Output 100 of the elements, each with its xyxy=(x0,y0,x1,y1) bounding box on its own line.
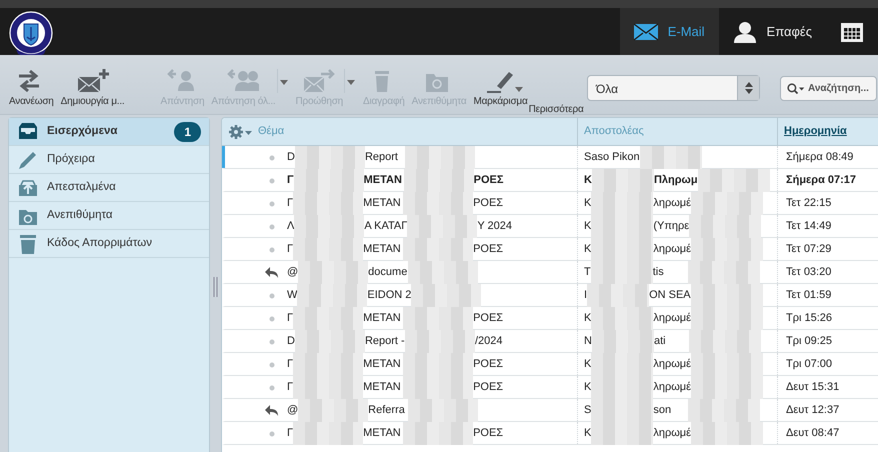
message-row[interactable]: W EIDON 2 I ON SEA Τετ 01:59 xyxy=(222,284,878,307)
sender-text: ati xyxy=(654,334,667,349)
sender-text: son xyxy=(653,402,672,418)
subject-text: Report xyxy=(364,150,399,165)
redaction-block xyxy=(294,146,365,168)
folder-item[interactable]: Απεσταλμένα xyxy=(9,174,209,202)
subject-text: Γ xyxy=(287,310,294,326)
message-row[interactable]: Γ ΜΕΤΑΝ ΡΟΕΣ Κ ληρωμέ Δευτ 15:31 xyxy=(222,376,878,399)
subject-text: ΡΟΕΣ xyxy=(473,356,504,372)
date-text: Τρι 15:26 xyxy=(786,310,832,326)
folder-item[interactable]: Εισερχόμενα 1 xyxy=(9,118,209,146)
nav-tab[interactable]: E-Mail xyxy=(620,8,719,55)
date-text: Τρι 07:00 xyxy=(786,356,832,372)
caret-icon[interactable] xyxy=(514,87,523,92)
sender-text: ληρωμέ xyxy=(653,380,692,395)
subject-text: EIDON 2 xyxy=(367,288,412,303)
message-row[interactable]: Γ ΜΕΤΑΝ ΡΟΕΣ Κ ληρωμέ Τετ 07:29 xyxy=(222,238,878,261)
message-row[interactable]: @ Referra S son Δευτ 12:37 xyxy=(222,399,878,422)
unread-count: 1 xyxy=(174,122,201,142)
sender-text: ληρωμέ xyxy=(653,356,692,372)
subject-text: ΜΕΤΑΝ xyxy=(363,356,402,372)
redaction-block xyxy=(404,146,475,168)
sender-text: Saso Pikon xyxy=(584,150,640,165)
sender-text: S xyxy=(584,402,592,418)
spinner-arrows-icon xyxy=(744,81,754,95)
subject-text: /2024 xyxy=(474,334,502,349)
sender-text: ληρωμέ xyxy=(653,426,692,441)
date-text: Τετ 14:49 xyxy=(786,218,832,234)
sender-text: Κ xyxy=(584,380,592,395)
message-row[interactable]: D Report - /2024 N ati Τρι 09:25 xyxy=(222,330,878,353)
gear-icon[interactable] xyxy=(228,124,252,140)
subject-text: D xyxy=(287,334,295,349)
sender-text: Κ xyxy=(584,426,592,441)
redaction-block xyxy=(293,422,364,444)
search-input[interactable]: Αναζήτηση... xyxy=(808,81,876,96)
message-row[interactable]: Γ ΜΕΤΑΝ ΡΟΕΣ Κ ληρωμέ Τετ 22:15 xyxy=(222,192,878,215)
subject-text: Γ xyxy=(287,380,294,395)
sender-text: Τ xyxy=(584,264,591,280)
subject-text: Α ΚΑΤΑΓ xyxy=(364,218,408,234)
envelope-arrow-icon xyxy=(303,68,336,94)
message-row[interactable]: Λ Α ΚΑΤΑΓ Υ 2024 Κ (Υπηρε Τετ 14:49 xyxy=(222,215,878,238)
sender-text: Κ xyxy=(584,172,592,188)
sender-text: (Υπηρε xyxy=(653,218,690,234)
message-row[interactable]: Γ ΜΕΤΑΝ ΡΟΕΣ Κ Πληρωμ Σήμερα 07:17 xyxy=(222,169,878,192)
redaction-block xyxy=(640,146,702,168)
refresh-button[interactable]: Ανανέωση xyxy=(8,55,55,117)
subject-text: Γ xyxy=(287,426,294,441)
date-text: Σήμερα 07:17 xyxy=(786,172,856,188)
subject-text: Γ xyxy=(287,242,294,257)
subject-text: ΡΟΕΣ xyxy=(473,242,504,257)
more-button[interactable]: Περισσότερα xyxy=(528,55,585,117)
sender-text: ληρωμέ xyxy=(653,242,692,257)
search-icon xyxy=(787,80,805,96)
nav-tab[interactable]: Επαφές xyxy=(718,8,826,55)
message-row[interactable]: Γ ΜΕΤΑΝ ΡΟΕΣ Κ ληρωμέ Τρι 07:00 xyxy=(222,353,878,376)
filter-select[interactable]: Όλα xyxy=(587,75,760,101)
subject-text: Λ xyxy=(287,218,294,234)
search-box[interactable]: Αναζήτηση... xyxy=(780,76,877,101)
mark-button[interactable]: Μαρκάρισμα xyxy=(472,55,529,117)
date-text: Τετ 07:29 xyxy=(786,242,832,257)
subject-text: ΡΟΕΣ xyxy=(473,196,504,211)
subject-text: @ xyxy=(287,402,298,418)
subject-text: Report - xyxy=(364,334,405,349)
date-text: Δευτ 12:37 xyxy=(786,402,840,418)
folder-item[interactable]: Κάδος Απορριμάτων xyxy=(9,230,209,258)
sender-text: ληρωμέ xyxy=(653,310,692,326)
subject-text: Γ xyxy=(287,172,294,188)
sender-text: N xyxy=(584,334,592,349)
sender-text: Κ xyxy=(584,196,592,211)
date-text: Σήμερα 08:49 xyxy=(786,150,854,165)
message-row[interactable]: Γ ΜΕΤΑΝ ΡΟΕΣ Κ ληρωμέ Δευτ 08:47 xyxy=(222,422,878,445)
subject-text: Υ 2024 xyxy=(477,218,512,234)
subject-text: D xyxy=(287,150,295,165)
subject-text: ΜΕΤΑΝ xyxy=(363,242,402,257)
folder-item[interactable]: Πρόχειρα xyxy=(9,146,209,174)
sender-text: Κ xyxy=(584,356,592,372)
subject-text: docume xyxy=(368,264,408,280)
column-header[interactable]: Ημερομηνία xyxy=(784,123,847,140)
subject-text: ΡΟΕΣ xyxy=(473,380,504,395)
message-row[interactable]: D Report Saso Pikon Σήμερα 08:49 xyxy=(222,146,878,169)
message-row[interactable]: @ docume Τ tis Τετ 03:20 xyxy=(222,261,878,284)
trash-icon xyxy=(17,232,39,254)
subject-text: ΜΕΤΑΝ xyxy=(363,426,402,441)
folder-item[interactable]: Ανεπιθύμητα xyxy=(9,202,209,230)
date-text: Τετ 03:20 xyxy=(786,264,832,280)
redaction-block xyxy=(403,422,474,444)
subject-text: Γ xyxy=(287,356,294,372)
date-text: Δευτ 08:47 xyxy=(786,426,840,441)
message-row[interactable]: Γ ΜΕΤΑΝ ΡΟΕΣ Κ ληρωμέ Τρι 15:26 xyxy=(222,307,878,330)
subject-text: W xyxy=(287,288,298,303)
compose-button[interactable]: Δημιουργία μ... xyxy=(60,55,126,117)
person-icon xyxy=(732,20,757,42)
sender-text: Κ xyxy=(584,242,592,257)
subject-text: ΡΟΕΣ xyxy=(473,426,504,441)
subject-text: ΜΕΤΑΝ xyxy=(364,172,403,188)
subject-text: ΡΟΕΣ xyxy=(474,172,504,188)
date-text: Τρι 09:25 xyxy=(786,334,832,349)
sender-text: I xyxy=(584,288,588,303)
redaction-block xyxy=(591,422,654,444)
splitter-handle[interactable] xyxy=(213,277,218,297)
